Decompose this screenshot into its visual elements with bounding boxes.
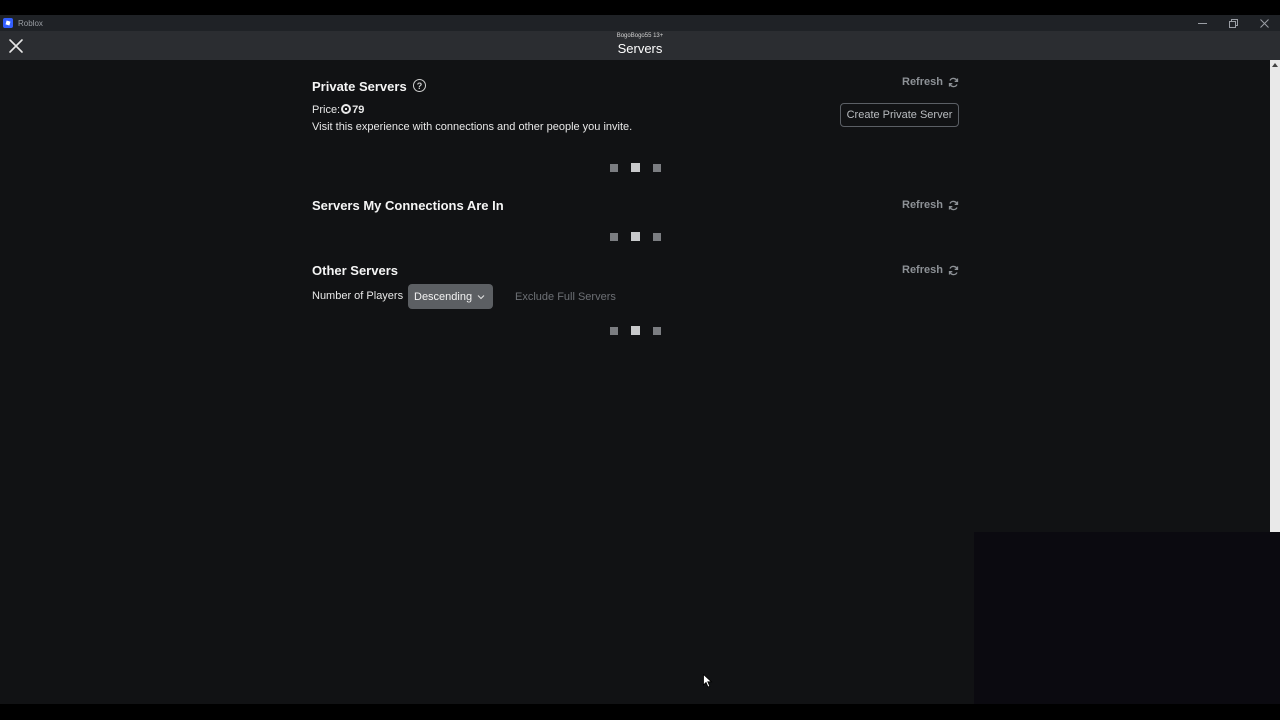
private-servers-title: Private Servers xyxy=(312,79,407,94)
window-titlebar: Roblox xyxy=(0,15,1280,31)
loading-dot xyxy=(610,233,618,241)
chevron-down-icon xyxy=(477,294,485,299)
letterbox-bottom xyxy=(0,704,1280,720)
restore-icon[interactable] xyxy=(1218,15,1249,31)
sort-label: Number of Players xyxy=(312,290,404,302)
letterbox-top xyxy=(0,0,1280,15)
other-servers-refresh-button[interactable]: Refresh xyxy=(902,264,959,276)
minimize-icon[interactable] xyxy=(1187,15,1218,31)
loading-dot xyxy=(653,164,661,172)
refresh-label: Refresh xyxy=(902,199,943,211)
scrollbar[interactable] xyxy=(1270,60,1280,532)
exclude-full-servers-toggle[interactable]: Exclude Full Servers xyxy=(515,291,616,303)
private-servers-description: Visit this experience with connections a… xyxy=(312,121,633,133)
page-title: Servers xyxy=(617,41,663,56)
window-controls xyxy=(1187,15,1280,31)
refresh-icon xyxy=(948,77,959,87)
private-servers-refresh-button[interactable]: Refresh xyxy=(902,76,959,88)
loading-dot xyxy=(653,327,661,335)
price-row: Price: 79 xyxy=(312,104,364,116)
price-value: 79 xyxy=(352,104,365,116)
other-servers-title: Other Servers xyxy=(312,263,398,278)
window-title: Roblox xyxy=(18,18,43,28)
loading-dot xyxy=(631,326,640,335)
loading-dot xyxy=(653,233,661,241)
header-username: BogoBogo55 13+ xyxy=(616,33,664,39)
mouse-cursor-icon xyxy=(703,674,713,688)
loading-dot xyxy=(631,163,640,172)
help-icon[interactable]: ? xyxy=(413,79,426,92)
loading-dot xyxy=(631,232,640,241)
window-close-icon[interactable] xyxy=(1249,15,1280,31)
refresh-icon xyxy=(948,200,959,210)
sort-order-dropdown[interactable]: Descending xyxy=(408,284,493,309)
create-private-server-button[interactable]: Create Private Server xyxy=(840,103,959,127)
robux-icon xyxy=(341,104,352,114)
loading-dot xyxy=(610,327,618,335)
app-header: BogoBogo55 13+ Servers xyxy=(0,31,1280,60)
connections-servers-refresh-button[interactable]: Refresh xyxy=(902,199,959,211)
roblox-logo-icon xyxy=(3,18,13,28)
connections-servers-title: Servers My Connections Are In xyxy=(312,198,504,213)
refresh-icon xyxy=(948,265,959,275)
price-label: Price: xyxy=(312,104,341,116)
refresh-label: Refresh xyxy=(902,76,943,88)
scroll-up-icon[interactable] xyxy=(1270,60,1280,69)
loading-dot xyxy=(610,164,618,172)
dark-overlay-panel xyxy=(974,532,1280,704)
sort-order-value: Descending xyxy=(414,290,473,303)
refresh-label: Refresh xyxy=(902,264,943,276)
servers-page: Private Servers ? Refresh Price: 79 Visit… xyxy=(0,60,1280,704)
